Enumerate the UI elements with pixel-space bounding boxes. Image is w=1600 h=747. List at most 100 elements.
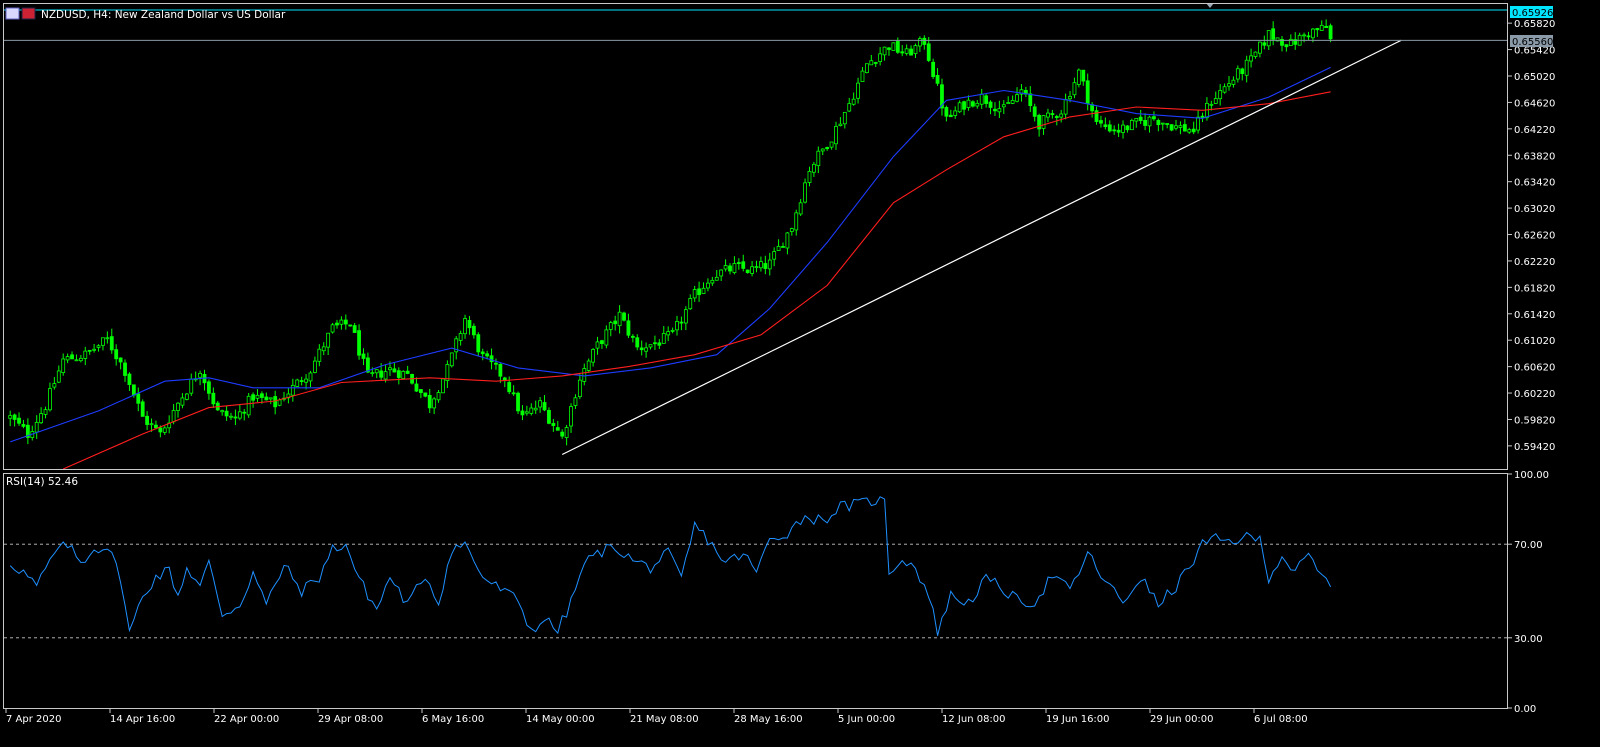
bid-price-tag: 0.65560: [1510, 35, 1553, 48]
candle-body: [299, 380, 304, 382]
candle-body: [600, 340, 604, 344]
candle-body: [639, 347, 644, 351]
candle-body: [255, 394, 260, 399]
candle: [441, 378, 445, 394]
candle-body: [1319, 24, 1324, 31]
candle-body: [268, 397, 273, 400]
candle: [970, 100, 975, 108]
chart-background: [0, 0, 1600, 743]
candle-body: [1076, 69, 1081, 85]
candle-body: [1174, 125, 1178, 129]
candle-body: [242, 411, 247, 414]
candle: [295, 378, 300, 388]
candle: [401, 370, 406, 380]
candle-body: [427, 395, 432, 409]
candle-body: [754, 266, 759, 269]
candle-body: [198, 373, 202, 378]
candle-body: [335, 322, 339, 326]
candle-body: [887, 47, 891, 50]
candle-body: [401, 371, 406, 379]
rsi-tick-label: 0.00: [1514, 704, 1536, 715]
candle-body: [414, 383, 419, 392]
rsi-tick-label: 100.00: [1514, 470, 1549, 481]
candle-body: [613, 320, 618, 325]
candle-body: [975, 102, 980, 107]
candle-body: [1001, 104, 1006, 108]
candle-body: [1138, 116, 1143, 121]
candle-body: [882, 46, 887, 56]
candle-body: [1213, 98, 1218, 104]
candle-body: [1156, 120, 1161, 126]
candle-body: [74, 359, 79, 362]
candle-body: [70, 354, 74, 360]
candle-body: [290, 384, 295, 396]
candle-body: [745, 269, 750, 274]
candle-body: [127, 373, 132, 385]
candle-body: [52, 383, 57, 388]
candle-body: [873, 62, 878, 64]
candle-body: [1244, 59, 1249, 76]
price-tick-label: 0.60220: [1514, 389, 1555, 400]
candle: [586, 358, 591, 373]
candle-body: [96, 345, 101, 348]
candle-body: [1328, 25, 1333, 40]
candle-body: [1227, 83, 1231, 87]
candle-body: [970, 101, 975, 107]
candle-body: [710, 279, 715, 284]
candle-body: [237, 411, 242, 419]
candle-body: [723, 265, 728, 270]
candle-body: [158, 427, 163, 433]
candle-body: [1103, 124, 1108, 128]
candle-body: [343, 319, 348, 325]
candle-body: [171, 410, 176, 423]
rsi-tick-label: 30.00: [1514, 634, 1543, 645]
candle-body: [864, 63, 869, 74]
candle-body: [1068, 96, 1072, 100]
candle: [516, 391, 520, 414]
candle-body: [233, 416, 238, 419]
candle-body: [622, 312, 626, 321]
candle-body: [653, 342, 657, 345]
candle-body: [648, 344, 653, 348]
candle-body: [926, 43, 931, 61]
candle-body: [423, 392, 428, 397]
symbol-icon[interactable]: [5, 7, 20, 20]
candle-body: [1253, 51, 1258, 57]
candle-body: [370, 372, 375, 375]
candle-body: [101, 337, 105, 346]
candle-body: [321, 346, 326, 352]
candle-body: [560, 431, 565, 437]
candle-body: [569, 406, 573, 427]
candle-body: [379, 370, 384, 378]
price-tick-label: 0.63820: [1514, 151, 1555, 162]
candle-body: [1099, 120, 1103, 124]
candle-body: [295, 379, 300, 387]
candle-body: [1249, 55, 1253, 62]
candle-body: [348, 324, 353, 327]
candle-body: [1134, 118, 1139, 122]
candle-body: [577, 379, 582, 398]
candle-body: [891, 42, 896, 51]
candle-body: [140, 401, 145, 417]
price-tick-label: 0.63020: [1514, 204, 1555, 215]
candle-body: [1191, 128, 1196, 133]
candle-body: [1015, 94, 1019, 102]
candle-body: [114, 349, 119, 360]
candle-body: [1222, 86, 1227, 93]
candle-body: [785, 232, 790, 249]
candle-body: [109, 336, 114, 351]
candle-body: [719, 269, 724, 277]
candle-body: [317, 348, 322, 362]
candle-body: [688, 298, 693, 310]
candle-body: [339, 319, 344, 325]
candle-body: [65, 356, 70, 361]
candle-body: [1006, 102, 1011, 105]
candle-body: [1046, 112, 1050, 118]
price-chart[interactable]: 0.658200.654200.650200.646200.642200.638…: [0, 0, 1600, 743]
candle-body: [759, 261, 763, 269]
candle-body: [118, 357, 123, 363]
candle-body: [136, 393, 141, 404]
candle-body: [1072, 82, 1077, 96]
candle-body: [1160, 122, 1165, 125]
candle-body: [21, 424, 26, 427]
